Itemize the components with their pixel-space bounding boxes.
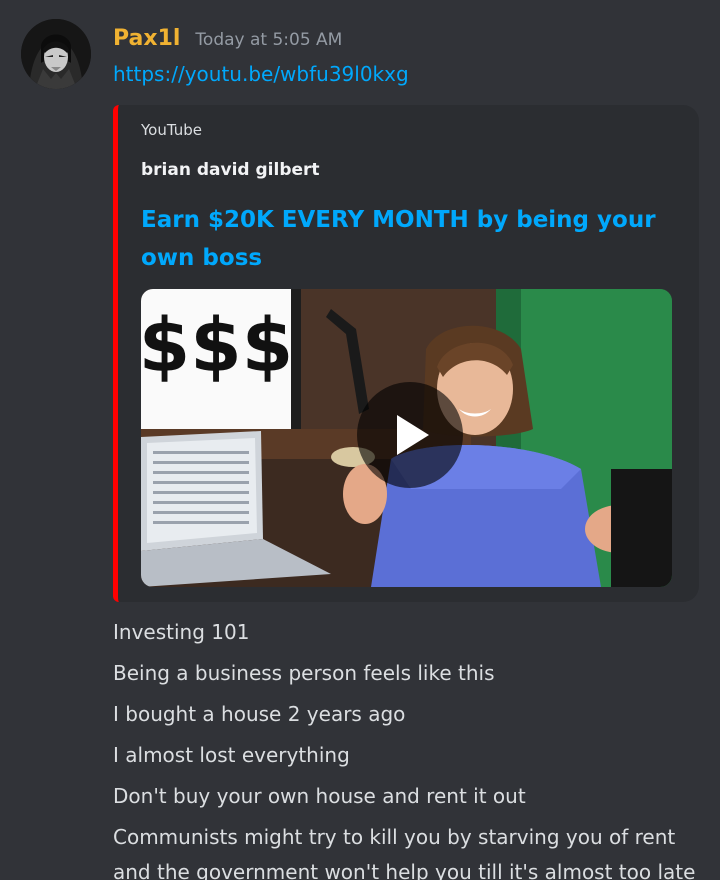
message-line: Being a business person feels like this	[113, 661, 495, 685]
message-line: I bought a house 2 years ago	[113, 702, 406, 726]
anime-character-avatar-icon	[21, 19, 91, 89]
play-icon	[397, 415, 429, 455]
message-line: Don't buy your own house and rent it out	[113, 784, 526, 808]
message-lines: Investing 101 Being a business person fe…	[113, 612, 713, 880]
embed-provider[interactable]: YouTube	[141, 121, 202, 139]
message-header: Pax1l Today at 5:05 AM	[113, 26, 342, 51]
play-button[interactable]	[357, 382, 463, 488]
link-embed: YouTube brian david gilbert Earn $20K EV…	[113, 105, 699, 602]
thumbnail-overlay-text: $$$	[141, 303, 293, 389]
embed-author[interactable]: brian david gilbert	[141, 160, 320, 180]
username[interactable]: Pax1l	[113, 26, 180, 51]
embed-title[interactable]: Earn $20K EVERY MONTH by being your own …	[141, 201, 661, 277]
message-line: Communists might try to kill you by star…	[113, 825, 696, 880]
message-line: Investing 101	[113, 620, 250, 644]
video-thumbnail[interactable]: $$$	[141, 289, 672, 587]
chat-message: Pax1l Today at 5:05 AM https://youtu.be/…	[0, 0, 720, 880]
avatar[interactable]	[21, 19, 91, 89]
message-line: I almost lost everything	[113, 743, 350, 767]
message-link[interactable]: https://youtu.be/wbfu39l0kxg	[113, 62, 409, 86]
timestamp: Today at 5:05 AM	[195, 30, 343, 50]
